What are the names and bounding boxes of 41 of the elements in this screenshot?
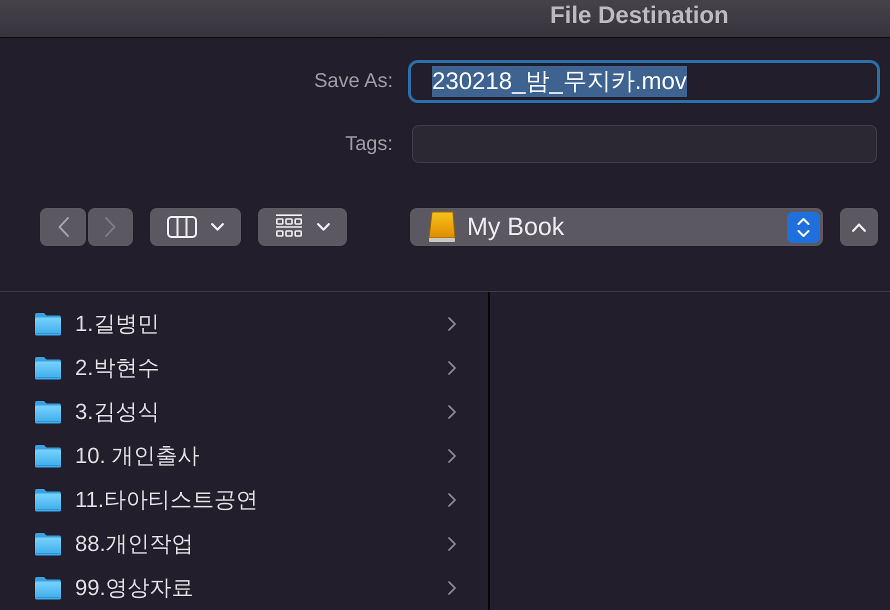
group-button[interactable] bbox=[258, 208, 347, 246]
folder-item[interactable]: 99.영상자료 bbox=[0, 566, 488, 610]
folder-icon bbox=[34, 576, 62, 600]
filename-field[interactable]: 230218_밤_무지카.mov bbox=[408, 60, 880, 103]
location-popup[interactable]: My Book bbox=[410, 208, 823, 246]
up-button[interactable] bbox=[840, 208, 878, 246]
selected-text: 230218_밤_무지카.mov bbox=[432, 66, 687, 97]
chevron-right-icon bbox=[105, 217, 116, 237]
back-button[interactable] bbox=[40, 208, 86, 246]
folder-icon bbox=[34, 532, 62, 556]
tags-label: Tags: bbox=[345, 132, 393, 156]
columns-icon bbox=[167, 216, 197, 238]
folder-icon bbox=[34, 444, 62, 468]
chevron-down-icon bbox=[317, 223, 330, 231]
folder-item[interactable]: 3.김성식 bbox=[0, 390, 488, 434]
chevron-right-icon bbox=[448, 581, 456, 595]
chevron-right-icon bbox=[448, 317, 456, 331]
chevron-up-icon bbox=[852, 222, 866, 232]
window-title: File Destination bbox=[550, 2, 729, 30]
chevron-left-icon bbox=[58, 217, 68, 237]
column-view-button[interactable] bbox=[150, 208, 241, 246]
folder-icon bbox=[34, 312, 62, 336]
tags-field[interactable] bbox=[412, 125, 877, 163]
stepper-icon bbox=[787, 212, 820, 242]
drive-icon bbox=[428, 211, 456, 243]
folder-item[interactable]: 10. 개인출사 bbox=[0, 434, 488, 478]
chevron-right-icon bbox=[448, 537, 456, 551]
save-as-label: Save As: bbox=[314, 70, 393, 93]
chevron-right-icon bbox=[448, 449, 456, 463]
folder-item[interactable]: 1.길병민 bbox=[0, 302, 488, 346]
chevron-down-icon bbox=[211, 223, 224, 231]
folder-icon bbox=[34, 400, 62, 424]
folder-icon bbox=[34, 356, 62, 380]
chevron-right-icon bbox=[448, 361, 456, 375]
folder-icon bbox=[34, 488, 62, 512]
grid-icon bbox=[275, 214, 303, 240]
folder-item[interactable]: 2.박현수 bbox=[0, 346, 488, 390]
folder-item[interactable]: 11.타아티스트공연 bbox=[0, 478, 488, 522]
folder-item[interactable]: 88.개인작업 bbox=[0, 522, 488, 566]
chevron-right-icon bbox=[448, 493, 456, 507]
chevron-right-icon bbox=[448, 405, 456, 419]
